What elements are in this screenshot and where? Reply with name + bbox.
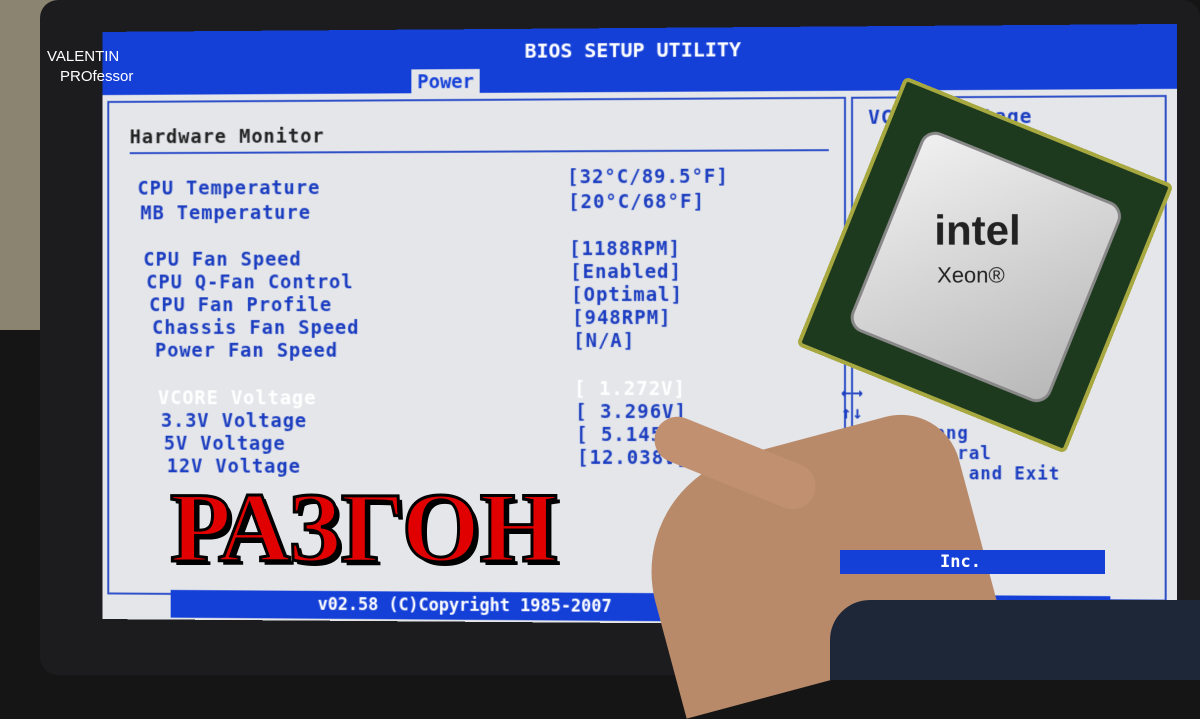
row-label[interactable]: CPU Q-Fan Control [146,271,353,293]
intel-logo: intel [934,206,1021,254]
row-label[interactable]: CPU Temperature [137,177,320,199]
row-label[interactable]: MB Temperature [140,202,311,224]
copyright-inc: Inc. [940,552,981,572]
footer-bar-right: Inc. [840,550,1105,574]
watermark-line2: PROfessor [60,68,134,85]
row-value[interactable]: [20°C/68°F] [568,191,705,213]
row-value[interactable]: [1188RPM] [569,238,681,260]
row-label[interactable]: 5V Voltage [164,433,286,455]
row-value[interactable]: [32°C/89.5°F] [567,166,729,189]
row-label[interactable]: 3.3V Voltage [161,410,307,432]
watermark-line1: VALENTIN [47,48,120,65]
section-title: Hardware Monitor [129,125,325,149]
row-label[interactable]: CPU Fan Speed [143,249,301,271]
row-value[interactable]: [948RPM] [572,307,671,329]
xeon-label: Xeon® [937,262,1005,288]
row-value[interactable]: [Optimal] [571,284,683,306]
copyright: v02.58 (C)Copyright 1985-2007 [317,594,612,617]
cpu-heatspreader: intel Xeon® [845,127,1126,407]
row-label[interactable]: Power Fan Speed [155,340,338,362]
tab-bar [102,58,1177,96]
row-label[interactable]: VCORE Voltage [158,387,316,409]
key-name: ←→ [840,383,864,404]
sleeve [830,600,1200,680]
headline: РАЗГОН [169,471,559,585]
row-label[interactable]: CPU Fan Profile [149,294,332,316]
row-value[interactable]: [ 1.272V] [574,378,686,400]
row-value[interactable]: [N/A] [573,330,635,352]
row-label[interactable]: Chassis Fan Speed [152,317,359,339]
key-name: ↑↓ [840,403,864,424]
row-value[interactable]: [Enabled] [570,261,682,283]
tab-power[interactable]: Power [411,68,480,96]
